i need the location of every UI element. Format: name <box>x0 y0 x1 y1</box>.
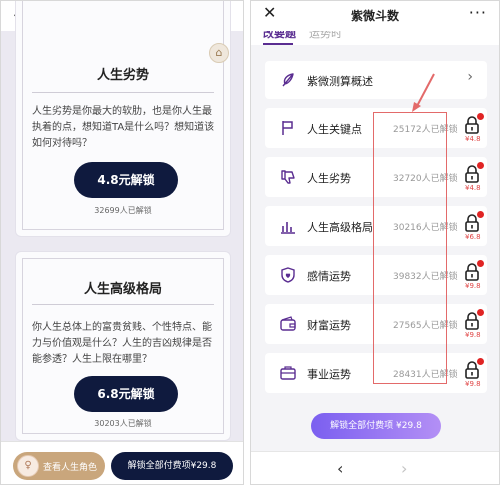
card-title: 人生劣势 <box>96 68 149 83</box>
bottom-action-bar: ♀ 查看人生角色 解锁全部付费项¥29.8 <box>1 441 243 484</box>
item-label: 事业运势 <box>307 368 351 381</box>
notification-dot <box>477 113 484 120</box>
unlock-all-button[interactable]: 解锁全部付费项 ¥29.8 <box>311 413 441 439</box>
bottom-nav-bar: ‹ › <box>251 451 499 484</box>
unlock-button[interactable]: 6.8元解锁 <box>74 376 178 412</box>
thumb-down-icon <box>281 170 295 184</box>
notification-dot <box>477 309 484 316</box>
chevron-right-icon[interactable]: › <box>401 459 407 478</box>
notification-dot <box>477 211 484 218</box>
price-label: ¥4.8 <box>465 135 481 143</box>
item-label: 感情运势 <box>307 270 351 283</box>
card-title: 人生高级格局 <box>83 282 162 297</box>
price-label: ¥9.8 <box>465 282 481 290</box>
price-label: ¥6.8 <box>465 233 481 241</box>
card-description: 人生劣势是你最大的软肋，也是你人生最执着的点，想知道TA是什么吗？想知道该如何对… <box>32 106 215 149</box>
left-screen: ‹ ··· 人生劣势 人生劣势是你最大的软肋，也是你人生最执着的点，想知道TA是… <box>0 0 244 485</box>
chevron-right-icon: › <box>467 69 473 85</box>
price-label: ¥9.8 <box>465 380 481 388</box>
notification-dot <box>477 162 484 169</box>
view-role-label: 查看人生角色 <box>43 463 98 473</box>
tab-overview[interactable]: 改要题 <box>263 31 296 41</box>
item-label: 财富运势 <box>307 319 351 332</box>
annotation-highlight-box <box>373 112 447 384</box>
heart-shield-icon <box>281 267 295 283</box>
tab-fortune[interactable]: 运势时 <box>309 31 342 41</box>
avatar: ♀ <box>17 455 39 477</box>
unlock-count: 32699人已解锁 <box>94 206 152 215</box>
briefcase-icon <box>280 366 296 380</box>
active-tab-indicator <box>263 43 293 45</box>
item-label: 人生关键点 <box>307 123 362 136</box>
home-icon[interactable]: ⌂ <box>209 43 229 63</box>
item-label: 人生高级格局 <box>307 221 373 234</box>
card-divider <box>32 92 214 93</box>
more-icon[interactable]: ··· <box>469 3 487 22</box>
card-description: 你人生总体上的富贵贫贱、个性特点、能力与价值观是什么？人生的吉凶规律是否能参透？… <box>32 322 212 365</box>
unlock-count: 30203人已解锁 <box>94 419 152 428</box>
tab-bar: 改要题 运势时 <box>251 31 499 45</box>
price-label: ¥9.8 <box>465 331 481 339</box>
notification-dot <box>477 260 484 267</box>
bar-chart-icon <box>281 222 295 234</box>
overview-row[interactable]: 紫微测算概述 › <box>265 61 487 99</box>
price-label: ¥4.8 <box>465 184 481 192</box>
card-divider <box>32 304 214 305</box>
feature-card-advanced-pattern: 人生高级格局 你人生总体上的富贵贫贱、个性特点、能力与价值观是什么？人生的吉凶规… <box>15 251 231 441</box>
unlock-button[interactable]: 4.8元解锁 <box>74 162 178 198</box>
overview-label: 紫微测算概述 <box>307 75 373 88</box>
view-role-button[interactable]: ♀ 查看人生角色 <box>13 452 105 480</box>
notification-dot <box>477 358 484 365</box>
annotation-arrow-icon <box>412 73 435 112</box>
page-title: 紫微斗数 <box>350 9 399 23</box>
flag-icon <box>282 121 293 135</box>
item-label: 人生劣势 <box>307 172 351 185</box>
feather-icon <box>282 73 294 87</box>
wallet-icon <box>280 316 296 331</box>
top-nav-bar: ✕ 紫微斗数 ··· <box>251 1 499 31</box>
unlock-all-button[interactable]: 解锁全部付费项¥29.8 <box>111 452 233 480</box>
feature-card-weakness: 人生劣势 人生劣势是你最大的软肋，也是你人生最执着的点，想知道TA是什么吗？想知… <box>15 1 231 237</box>
chevron-left-icon[interactable]: ‹ <box>337 459 343 478</box>
